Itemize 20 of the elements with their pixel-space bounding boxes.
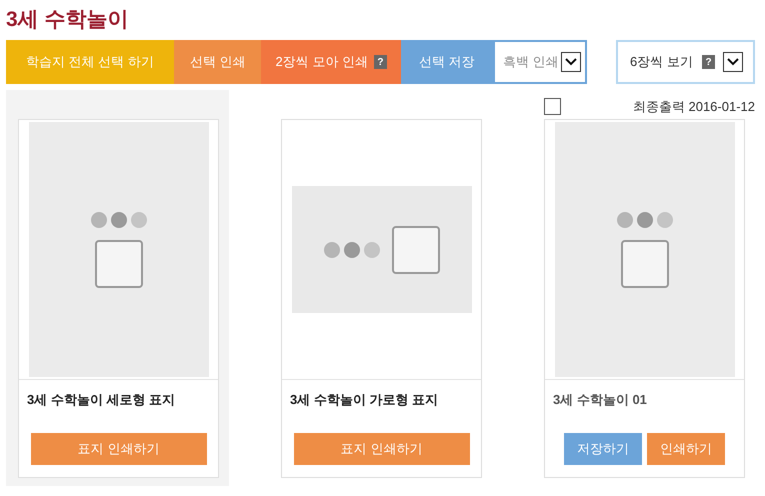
help-badge[interactable]: ?	[374, 55, 387, 69]
card-title: 3세 수학놀이 세로형 표지	[26, 391, 176, 409]
help-badge[interactable]: ?	[702, 55, 715, 69]
page-title: 3세 수학놀이	[6, 7, 130, 33]
toolbar-button[interactable]: 선택 저장	[400, 40, 493, 84]
print-mode-select[interactable]: 흑백 인쇄	[492, 40, 587, 84]
dropdown-caret-icon[interactable]	[723, 52, 743, 72]
card-title: 3세 수학놀이 가로형 표지	[289, 391, 440, 409]
toolbar-button[interactable]: 학습지 전체 선택 하기	[6, 40, 174, 84]
print-button[interactable]: 인쇄하기	[647, 433, 725, 465]
last-print-date: 최종출력 2016-01-12	[632, 98, 755, 116]
select-checkbox[interactable]	[544, 98, 561, 115]
card-title: 3세 수학놀이 01	[552, 391, 648, 409]
print-button[interactable]: 표지 인쇄하기	[294, 433, 470, 465]
save-button[interactable]: 저장하기	[564, 433, 642, 465]
toolbar-button[interactable]: 선택 인쇄	[174, 40, 262, 84]
print-button[interactable]: 표지 인쇄하기	[30, 433, 206, 465]
view-count-select[interactable]: 6장씩 보기 ?	[616, 40, 755, 84]
toolbar-button[interactable]: 2장씩 모아 인쇄 ?	[261, 40, 401, 84]
dropdown-caret-icon[interactable]	[560, 52, 581, 72]
